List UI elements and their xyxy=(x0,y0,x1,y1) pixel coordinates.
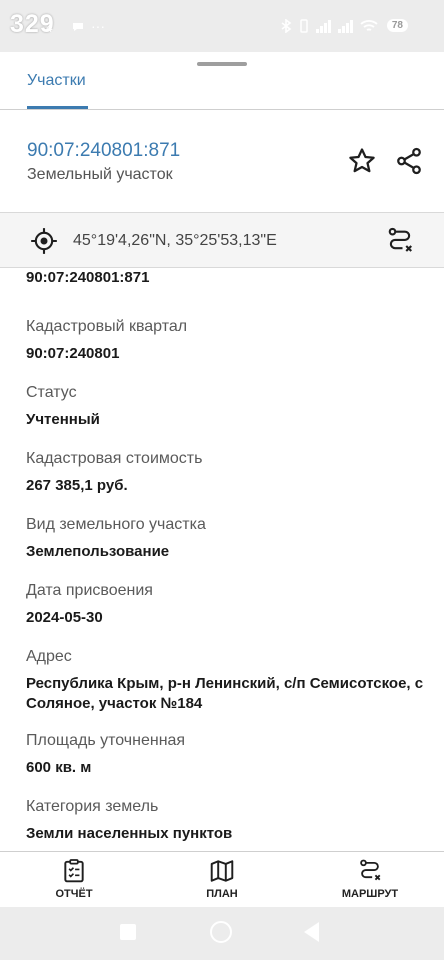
route-icon xyxy=(360,859,381,881)
route-icon xyxy=(388,227,413,252)
detail-value: 600 кв. м xyxy=(26,759,92,776)
crosshair-icon xyxy=(31,228,57,254)
tab-parcels[interactable]: Участки xyxy=(27,72,86,90)
star-icon xyxy=(349,148,375,173)
back-button[interactable] xyxy=(304,922,319,942)
wifi-icon xyxy=(360,20,378,31)
detail-label: Адрес xyxy=(26,648,72,665)
nav-plan-button[interactable]: ПЛАН xyxy=(172,858,272,900)
battery-indicator: 78 xyxy=(386,19,408,32)
detail-label: Кадастровый квартал xyxy=(26,318,188,335)
vibrate-icon xyxy=(300,19,308,33)
detail-field: Площадь уточненная 600 кв. м xyxy=(26,731,436,778)
detail-field: Адрес Республика Крым, р-н Ленинский, с/… xyxy=(26,647,436,714)
detail-label: Кадастровая стоимость xyxy=(26,450,203,467)
parcel-header: 90:07:240801:871 Земельный участок xyxy=(0,110,444,210)
favorite-button[interactable] xyxy=(347,146,377,176)
parcel-details-list[interactable]: 90:07:240801:871 Кадастровый квартал 90:… xyxy=(0,269,444,851)
detail-label: Площадь уточненная xyxy=(26,732,186,749)
share-icon xyxy=(397,147,421,175)
detail-value: 90:07:240801:871 xyxy=(26,269,150,286)
detail-value: Учтенный xyxy=(26,411,100,428)
chat-icon xyxy=(73,23,83,31)
detail-field: Категория земель Земли населенных пункто… xyxy=(26,797,436,844)
system-navigation-bar xyxy=(0,907,444,960)
detail-field: Статус Учтенный xyxy=(26,383,436,430)
status-bar: 329 4 ··· 78 xyxy=(0,0,444,52)
detail-value: Земли населенных пунктов xyxy=(26,825,233,842)
signal-icon-2 xyxy=(338,20,353,33)
share-button[interactable] xyxy=(394,146,424,176)
nav-plan-label: ПЛАН xyxy=(206,888,238,900)
detail-value: 267 385,1 руб. xyxy=(26,477,128,494)
coordinates-text[interactable]: 45°19'4,26"N, 35°25'53,13"E xyxy=(73,232,277,250)
bottom-navigation: ОТЧЁТ ПЛАН МАРШРУТ xyxy=(0,852,444,907)
more-notifications-icon: ··· xyxy=(91,18,105,34)
detail-label: Дата присвоения xyxy=(26,582,153,599)
route-button[interactable] xyxy=(385,226,415,256)
detail-field: Кадастровый квартал 90:07:240801 xyxy=(26,317,436,364)
status-notification-text: 4 xyxy=(46,21,53,35)
detail-field-clipped: 90:07:240801:871 xyxy=(26,269,436,288)
nav-route-button[interactable]: МАРШРУТ xyxy=(320,858,420,900)
detail-value: 2024-05-30 xyxy=(26,609,103,626)
nav-report-button[interactable]: ОТЧЁТ xyxy=(24,858,124,900)
report-icon xyxy=(64,859,84,883)
detail-field: Кадастровая стоимость 267 385,1 руб. xyxy=(26,449,436,496)
map-icon xyxy=(210,860,234,882)
detail-value: 90:07:240801 xyxy=(26,345,120,362)
home-button[interactable] xyxy=(210,921,232,943)
locate-button[interactable] xyxy=(30,227,58,255)
detail-value: Республика Крым, р-н Ленинский, с/п Семи… xyxy=(26,675,424,712)
detail-label: Вид земельного участка xyxy=(26,516,206,533)
detail-label: Статус xyxy=(26,384,77,401)
coordinates-bar: 45°19'4,26"N, 35°25'53,13"E xyxy=(0,212,444,268)
recents-button[interactable] xyxy=(120,924,136,940)
detail-field: Дата присвоения 2024-05-30 xyxy=(26,581,436,628)
signal-icon-1 xyxy=(316,20,331,33)
parcel-type: Земельный участок xyxy=(27,166,173,183)
bluetooth-icon xyxy=(281,19,292,33)
detail-value: Землепользование xyxy=(26,543,170,560)
parcel-id: 90:07:240801:871 xyxy=(27,140,181,161)
sheet-drag-handle[interactable] xyxy=(197,62,247,66)
nav-route-label: МАРШРУТ xyxy=(341,888,399,900)
detail-label: Категория земель xyxy=(26,798,159,815)
detail-field: Вид земельного участка Землепользование xyxy=(26,515,436,562)
nav-report-label: ОТЧЁТ xyxy=(55,888,93,900)
